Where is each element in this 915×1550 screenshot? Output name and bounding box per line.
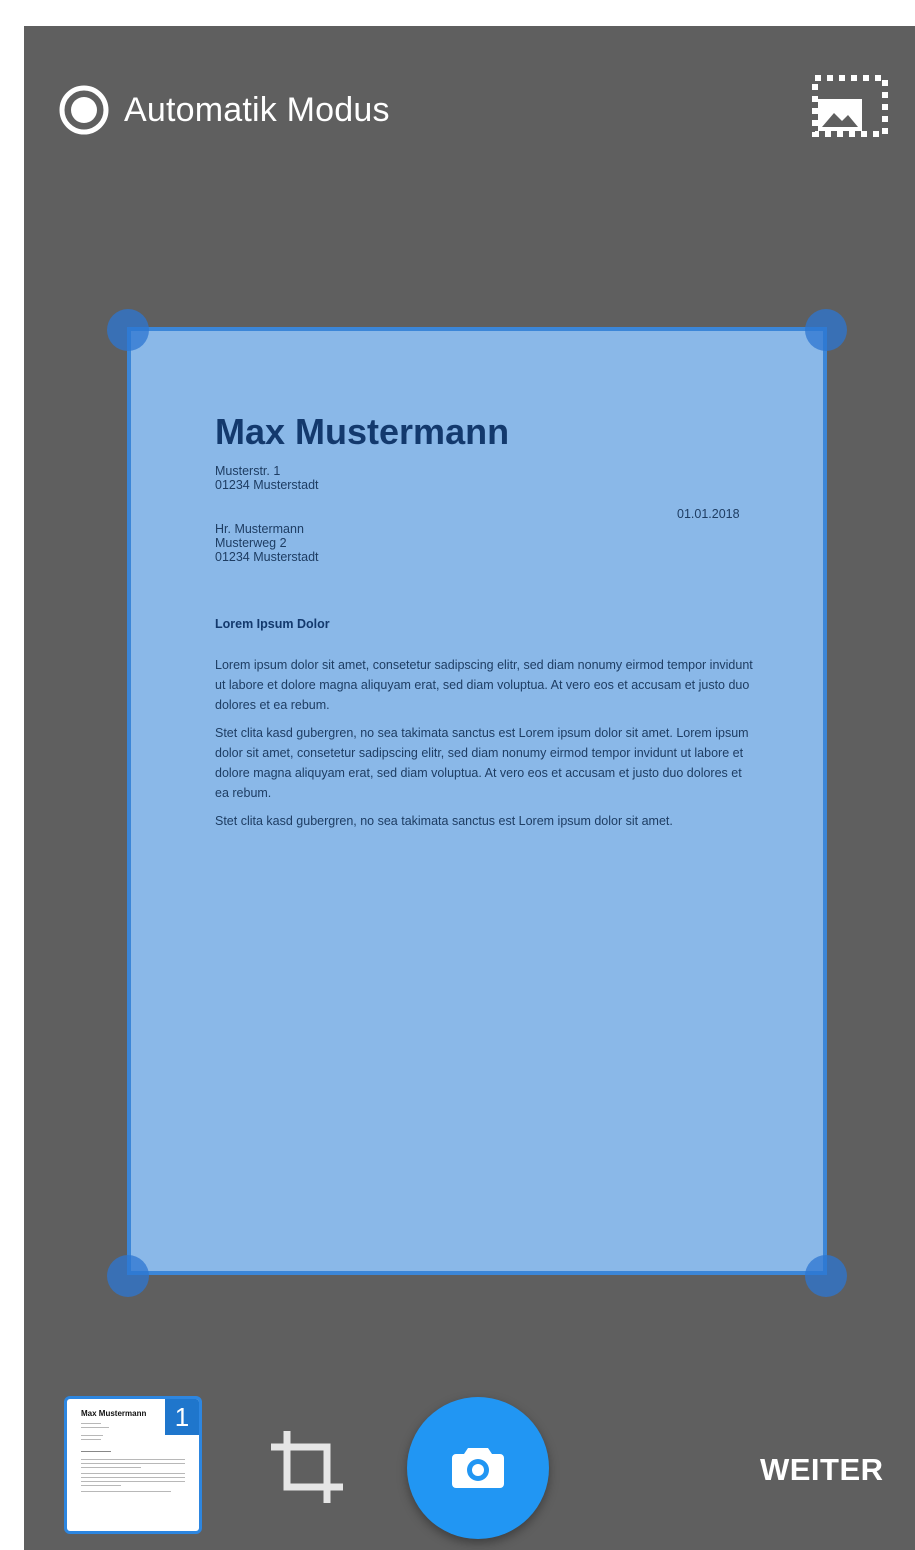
corner-handle-top-left[interactable] <box>107 309 149 351</box>
document-body: Lorem ipsum dolor sit amet, consetetur s… <box>215 655 753 839</box>
thumbnail-text-line <box>81 1485 121 1486</box>
document-detection-frame[interactable]: Max Mustermann Musterstr. 1 01234 Muster… <box>127 327 827 1275</box>
camera-icon <box>452 1444 504 1493</box>
capture-button[interactable] <box>407 1397 549 1539</box>
sender-city: 01234 Musterstadt <box>215 478 319 492</box>
body-paragraph: Stet clita kasd gubergren, no sea takima… <box>215 814 673 828</box>
thumbnail-text-line <box>81 1473 185 1474</box>
body-paragraph: Stet clita kasd gubergren, no sea takima… <box>215 726 749 800</box>
thumbnail-text-line <box>81 1477 185 1478</box>
corner-handle-bottom-left[interactable] <box>107 1255 149 1297</box>
recipient-address: Hr. Mustermann Musterweg 2 01234 Musters… <box>215 522 319 564</box>
thumbnail-text-line <box>81 1481 185 1482</box>
recipient-city: 01234 Musterstadt <box>215 550 319 564</box>
thumbnail-text-line <box>81 1491 171 1492</box>
document-subject: Lorem Ipsum Dolor <box>215 617 330 631</box>
sender-address: Musterstr. 1 01234 Musterstadt <box>215 464 319 492</box>
thumbnail-text-line <box>81 1439 101 1440</box>
corner-handle-top-right[interactable] <box>805 309 847 351</box>
thumbnail-text-line <box>81 1435 103 1436</box>
radio-checked-icon <box>58 84 110 136</box>
corner-handle-bottom-right[interactable] <box>805 1255 847 1297</box>
scanned-page-thumbnail[interactable]: Max Mustermann 1 <box>64 1396 202 1534</box>
thumbnail-text-line <box>81 1451 111 1452</box>
gallery-import-icon[interactable] <box>812 75 888 139</box>
document-heading: Max Mustermann <box>215 411 510 452</box>
thumbnail-title: Max Mustermann <box>81 1409 147 1418</box>
scanner-screen: Automatik Modus Max Mustermann Musterstr… <box>24 26 915 1550</box>
recipient-street: Musterweg 2 <box>215 536 287 550</box>
thumbnail-text-line <box>81 1467 141 1468</box>
page-count-badge: 1 <box>165 1399 199 1435</box>
recipient-name: Hr. Mustermann <box>215 522 304 536</box>
thumbnail-text-line <box>81 1427 109 1428</box>
document-date: 01.01.2018 <box>677 507 740 521</box>
thumbnail-text-line <box>81 1463 185 1464</box>
body-paragraph: Lorem ipsum dolor sit amet, consetetur s… <box>215 658 753 712</box>
auto-mode-toggle[interactable]: Automatik Modus <box>58 84 390 136</box>
thumbnail-text-line <box>81 1459 185 1460</box>
auto-mode-label: Automatik Modus <box>124 90 390 129</box>
sender-street: Musterstr. 1 <box>215 464 281 478</box>
thumbnail-text-line <box>81 1423 101 1424</box>
crop-icon[interactable] <box>269 1429 345 1505</box>
document-preview: Max Mustermann Musterstr. 1 01234 Muster… <box>131 331 823 1271</box>
next-button[interactable]: WEITER <box>760 1452 884 1488</box>
